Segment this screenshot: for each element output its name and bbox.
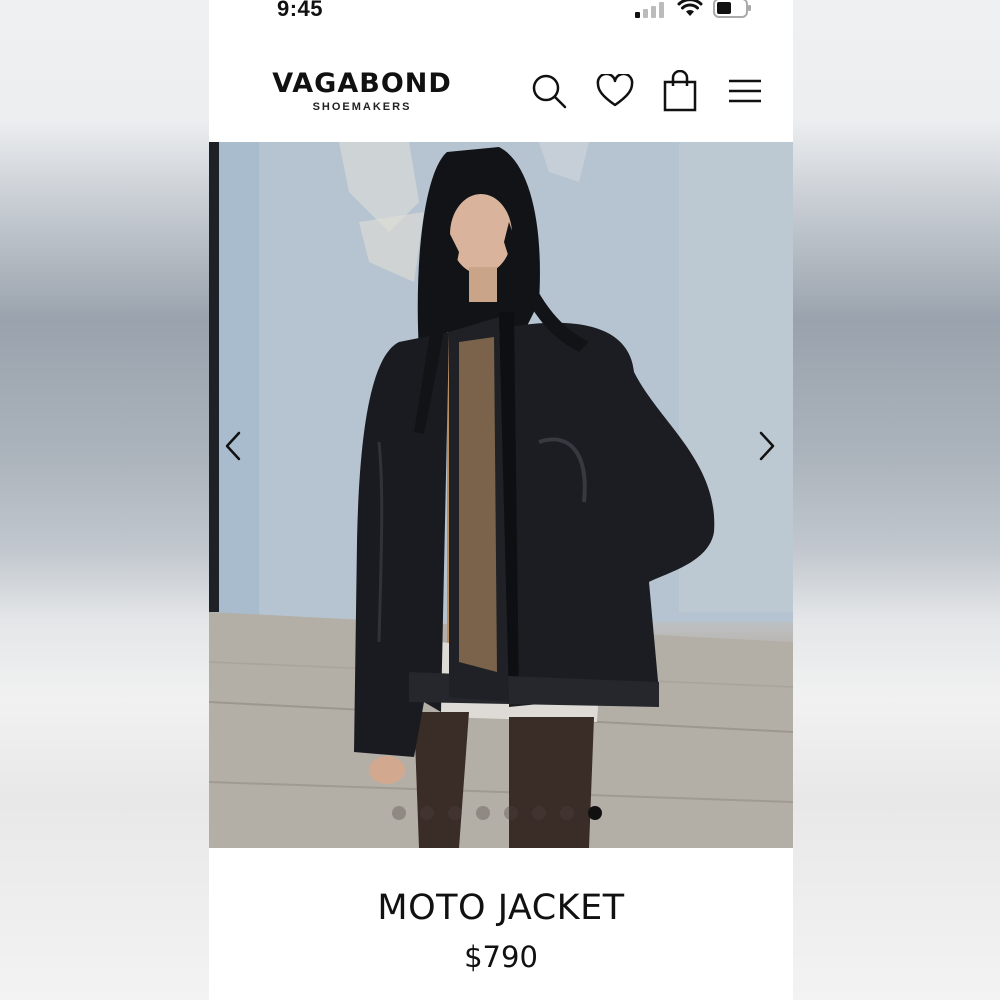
product-price: $790 xyxy=(464,940,538,974)
carousel-dot[interactable] xyxy=(392,806,406,820)
carousel-dot[interactable] xyxy=(476,806,490,820)
carousel-dot[interactable] xyxy=(420,806,434,820)
battery-icon xyxy=(713,0,751,18)
product-photo xyxy=(209,142,793,848)
brand-subtitle: SHOEMAKERS xyxy=(312,101,412,113)
carousel-next-button[interactable] xyxy=(747,426,787,466)
carousel-dot[interactable] xyxy=(532,806,546,820)
carousel-dot-active[interactable] xyxy=(588,806,602,820)
carousel-dot[interactable] xyxy=(560,806,574,820)
phone-screen: 9:45 VAGABOND SHOEMAKERS MOTO JACKET $79… xyxy=(209,0,793,1000)
status-time: 9:45 xyxy=(277,0,324,21)
carousel-dot[interactable] xyxy=(504,806,518,820)
carousel-dot[interactable] xyxy=(448,806,462,820)
status-bar: 9:45 xyxy=(209,0,793,26)
brand-name: VAGABOND xyxy=(272,68,452,99)
product-image-carousel[interactable] xyxy=(209,142,793,848)
hamburger-menu-icon[interactable] xyxy=(725,70,765,112)
chevron-right-icon xyxy=(759,431,775,461)
product-title: MOTO JACKET xyxy=(377,888,625,928)
wifi-icon xyxy=(677,0,703,16)
chevron-left-icon xyxy=(225,431,241,461)
search-icon[interactable] xyxy=(529,70,569,112)
heart-icon[interactable] xyxy=(595,70,635,112)
carousel-pagination xyxy=(392,806,602,820)
site-header: VAGABOND SHOEMAKERS xyxy=(209,52,793,142)
carousel-prev-button[interactable] xyxy=(213,426,253,466)
cellular-signal-icon xyxy=(635,2,664,18)
brand-logo[interactable]: VAGABOND SHOEMAKERS xyxy=(237,68,487,113)
shopping-bag-icon[interactable] xyxy=(660,70,700,112)
